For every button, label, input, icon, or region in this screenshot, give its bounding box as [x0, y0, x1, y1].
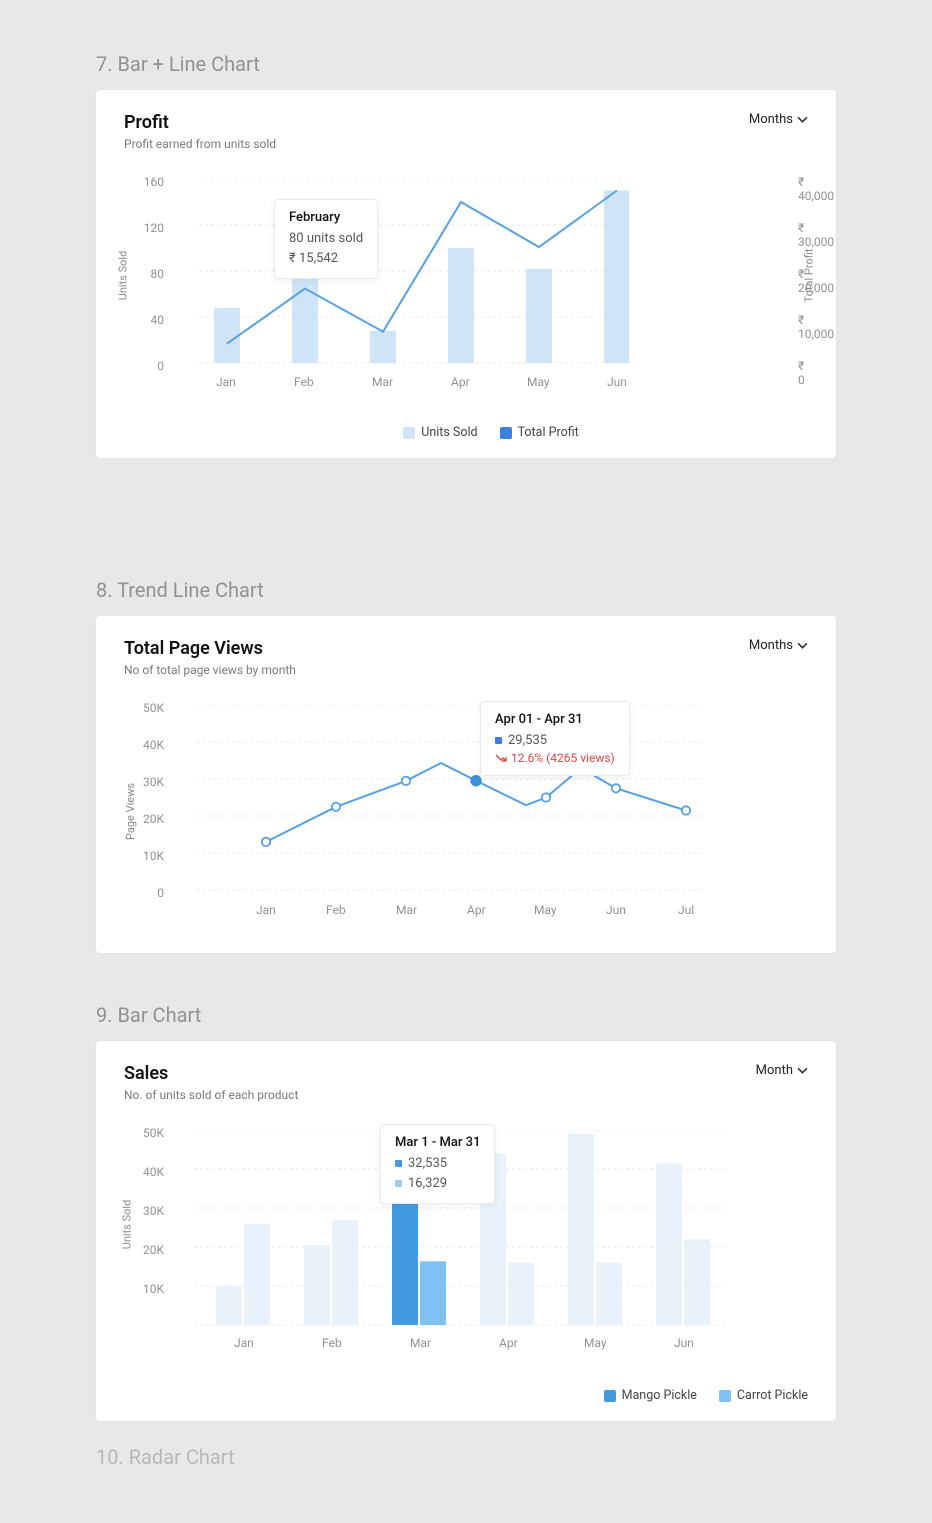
chart-card-profit: Profit Profit earned from units sold Mon… — [96, 90, 836, 458]
y-tick: 30K — [143, 775, 164, 789]
y-tick: 160 — [144, 175, 164, 189]
y-tick: 50K — [143, 1126, 164, 1140]
y2-tick: ₹ 30,000 — [798, 221, 834, 249]
x-tick: Jun — [674, 1336, 694, 1350]
section-heading-7: 7. Bar + Line Chart — [96, 52, 836, 76]
legend-label: Total Profit — [518, 425, 579, 440]
legend-label: Units Sold — [421, 425, 477, 440]
y-tick: 50K — [143, 701, 164, 715]
x-tick: Feb — [294, 375, 314, 389]
period-dropdown[interactable]: Months — [749, 112, 808, 127]
x-tick: Apr — [499, 1336, 518, 1350]
y-tick: 20K — [143, 1243, 164, 1257]
x-tick: Feb — [322, 1336, 342, 1350]
period-dropdown-label: Month — [756, 1063, 793, 1078]
section-heading-9: 9. Bar Chart — [96, 1003, 836, 1027]
tooltip-line: 80 units sold — [289, 229, 363, 249]
x-tick: Mar — [396, 903, 417, 917]
y-axis-label: Page Views — [124, 783, 137, 840]
profit-chart-svg — [199, 179, 629, 374]
tooltip-delta: 12.6% (4265 views) — [495, 751, 615, 765]
chart-legend: Mango Pickle Carrot Pickle — [124, 1388, 808, 1403]
y2-tick: ₹ 40,000 — [798, 175, 834, 203]
chart-card-pageviews: Total Page Views No of total page views … — [96, 616, 836, 953]
y2-tick: ₹ 20,000 — [798, 267, 834, 295]
period-dropdown[interactable]: Months — [749, 638, 808, 653]
legend-label: Carrot Pickle — [737, 1388, 808, 1403]
chart-subtitle: No of total page views by month — [124, 663, 296, 677]
x-tick: Mar — [410, 1336, 431, 1350]
tooltip-value: 16,329 — [395, 1174, 480, 1194]
chart-title: Profit — [124, 112, 276, 133]
chart-subtitle: Profit earned from units sold — [124, 137, 276, 151]
tooltip-value: 29,535 — [495, 731, 615, 751]
chevron-down-icon — [797, 1065, 808, 1076]
x-tick: Apr — [467, 903, 486, 917]
tooltip-value: 32,535 — [395, 1154, 480, 1174]
chevron-down-icon — [797, 114, 808, 125]
x-tick: Jun — [606, 903, 626, 917]
x-tick: Jan — [234, 1336, 254, 1350]
y-tick: 10K — [143, 1282, 164, 1296]
chart-tooltip: Apr 01 - Apr 31 29,535 12.6% (4265 views… — [480, 701, 630, 776]
y-tick: 40K — [143, 1165, 164, 1179]
x-tick: May — [584, 1336, 607, 1350]
x-tick: Jul — [678, 903, 694, 917]
x-tick: May — [527, 375, 550, 389]
x-tick: Jan — [216, 375, 236, 389]
y-tick: 0 — [157, 886, 164, 900]
tooltip-title: February — [289, 210, 363, 225]
chart-tooltip: February 80 units sold ₹ 15,542 — [274, 199, 378, 279]
y2-tick: ₹ 0 — [798, 359, 805, 387]
trend-down-icon — [495, 752, 507, 764]
tooltip-title: Mar 1 - Mar 31 — [395, 1135, 480, 1150]
x-tick: Feb — [326, 903, 346, 917]
x-tick: Mar — [372, 375, 393, 389]
section-heading-10: 10. Radar Chart — [96, 1445, 836, 1469]
y-tick: 40 — [151, 313, 165, 327]
y-tick: 20K — [143, 812, 164, 826]
tooltip-line: ₹ 15,542 — [289, 249, 363, 269]
period-dropdown-label: Months — [749, 638, 793, 653]
legend-label: Mango Pickle — [622, 1388, 697, 1403]
section-heading-8: 8. Trend Line Chart — [96, 578, 836, 602]
y-axis-label: Units Sold — [120, 1200, 133, 1250]
y-tick: 10K — [143, 849, 164, 863]
tooltip-title: Apr 01 - Apr 31 — [495, 712, 615, 727]
chart-card-sales: Sales No. of units sold of each product … — [96, 1041, 836, 1421]
y-axis-label-left: Units Sold — [116, 251, 129, 301]
chart-title: Sales — [124, 1063, 298, 1084]
y-tick: 80 — [151, 267, 165, 281]
y-tick: 40K — [143, 738, 164, 752]
x-tick: May — [534, 903, 557, 917]
chevron-down-icon — [797, 640, 808, 651]
y-tick: 0 — [157, 359, 164, 373]
y-tick: 30K — [143, 1204, 164, 1218]
x-tick: Jun — [607, 375, 627, 389]
chart-subtitle: No. of units sold of each product — [124, 1088, 298, 1102]
y2-tick: ₹ 10,000 — [798, 313, 834, 341]
y-tick: 120 — [144, 221, 164, 235]
x-tick: Jan — [256, 903, 276, 917]
period-dropdown-label: Months — [749, 112, 793, 127]
chart-legend: Units Sold Total Profit — [174, 425, 808, 440]
x-tick: Apr — [451, 375, 470, 389]
chart-tooltip: Mar 1 - Mar 31 32,535 16,329 — [380, 1124, 495, 1204]
chart-title: Total Page Views — [124, 638, 296, 659]
period-dropdown[interactable]: Month — [756, 1063, 808, 1078]
